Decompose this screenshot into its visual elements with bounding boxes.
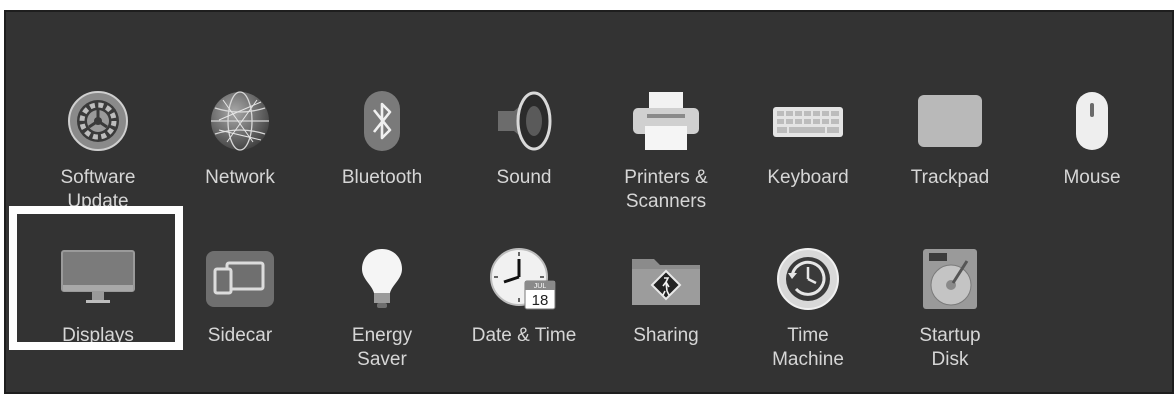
trackpad-icon — [910, 82, 990, 160]
mouse-icon — [1052, 82, 1132, 160]
gear-icon — [58, 82, 138, 160]
pref-software-update[interactable]: Software Update — [27, 78, 169, 228]
hard-disk-icon — [910, 240, 990, 318]
pref-label: Mouse — [1063, 167, 1121, 188]
lightbulb-icon — [342, 240, 422, 318]
pref-label: Trackpad — [910, 167, 990, 188]
pref-label: Startup Disk — [919, 325, 981, 370]
pref-displays[interactable]: Displays — [27, 236, 169, 386]
pref-date-time[interactable]: JUL 18 Date & Time — [453, 236, 595, 386]
preferences-panel: Software Update Network Bluetooth Sound … — [4, 10, 1174, 394]
pref-label: Energy Saver — [351, 325, 413, 370]
sharing-folder-icon — [626, 240, 706, 318]
speaker-icon — [484, 82, 564, 160]
pref-label: Bluetooth — [341, 167, 423, 188]
sidecar-icon — [200, 240, 280, 318]
pref-label: Time Machine — [772, 325, 844, 370]
pref-time-machine[interactable]: Time Machine — [737, 236, 879, 386]
clock-calendar-icon: JUL 18 — [484, 240, 564, 318]
calendar-month-text: JUL — [534, 283, 547, 290]
pref-printers-scanners[interactable]: Printers & Scanners — [595, 78, 737, 228]
keyboard-icon — [768, 82, 848, 160]
pref-bluetooth[interactable]: Bluetooth — [311, 78, 453, 228]
pref-sound[interactable]: Sound — [453, 78, 595, 228]
pref-label: Keyboard — [767, 167, 849, 188]
pref-label: Displays — [62, 325, 134, 346]
pref-network[interactable]: Network — [169, 78, 311, 228]
time-machine-icon — [768, 240, 848, 318]
pref-sidecar[interactable]: Sidecar — [169, 236, 311, 386]
pref-label: Sidecar — [207, 325, 273, 346]
pref-keyboard[interactable]: Keyboard — [737, 78, 879, 228]
pref-label: Network — [205, 167, 275, 188]
pref-label: Sharing — [633, 325, 699, 346]
pref-label: Software Update — [60, 167, 136, 212]
pref-energy-saver[interactable]: Energy Saver — [311, 236, 453, 386]
pref-label: Printers & Scanners — [624, 167, 708, 212]
pref-mouse[interactable]: Mouse — [1021, 78, 1163, 228]
display-icon — [58, 240, 138, 318]
printer-icon — [626, 82, 706, 160]
pref-label: Sound — [496, 167, 552, 188]
pref-startup-disk[interactable]: Startup Disk — [879, 236, 1021, 386]
pref-trackpad[interactable]: Trackpad — [879, 78, 1021, 228]
calendar-day-text: 18 — [532, 292, 549, 309]
globe-icon — [200, 82, 280, 160]
bluetooth-icon — [342, 82, 422, 160]
pref-sharing[interactable]: Sharing — [595, 236, 737, 386]
pref-label: Date & Time — [471, 325, 577, 346]
